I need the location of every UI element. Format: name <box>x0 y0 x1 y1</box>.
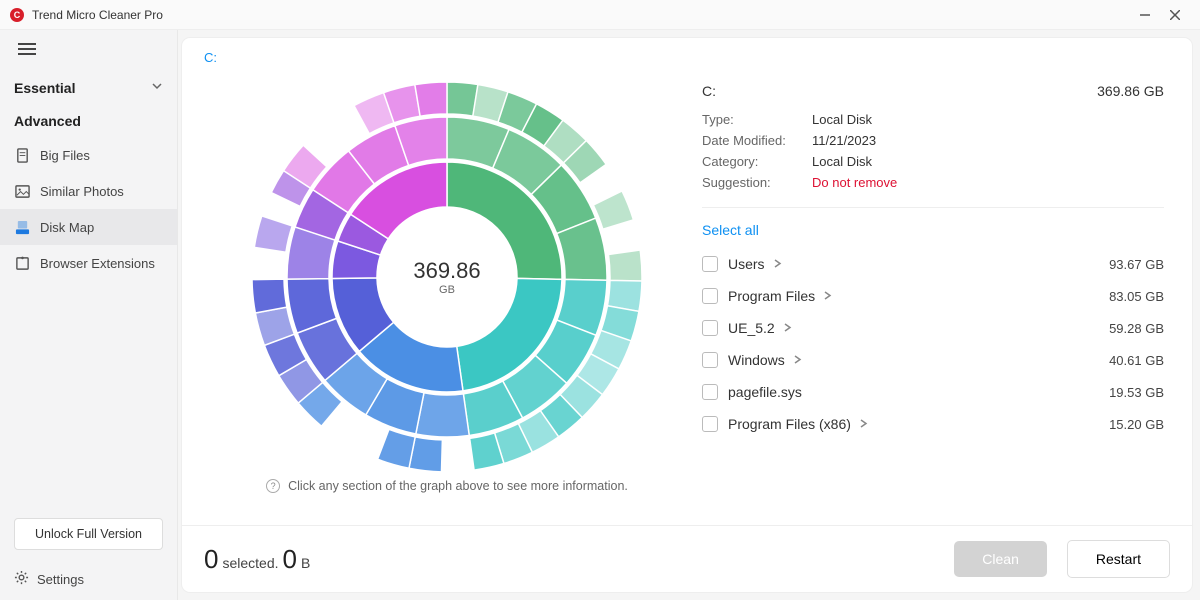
file-icon <box>14 147 30 163</box>
meta-key: Type: <box>702 112 812 127</box>
disk-icon <box>14 219 30 235</box>
chevron-right-icon <box>823 289 832 303</box>
sidebar-settings[interactable]: Settings <box>0 560 177 600</box>
app-title: Trend Micro Cleaner Pro <box>32 8 1130 22</box>
file-size: 93.67 GB <box>1109 257 1164 272</box>
meta-value: Do not remove <box>812 175 897 190</box>
meta-key: Category: <box>702 154 812 169</box>
select-all-link[interactable]: Select all <box>702 218 1164 248</box>
section-label: Essential <box>14 80 75 96</box>
file-name: Windows <box>728 352 1109 368</box>
file-size: 19.53 GB <box>1109 385 1164 400</box>
file-row[interactable]: Windows 40.61 GB <box>702 344 1164 376</box>
chevron-right-icon <box>793 353 802 367</box>
file-name: Users <box>728 256 1109 272</box>
checkbox[interactable] <box>702 320 718 336</box>
file-size: 40.61 GB <box>1109 353 1164 368</box>
chevron-right-icon <box>859 417 868 431</box>
restart-button[interactable]: Restart <box>1067 540 1170 578</box>
breadcrumb[interactable]: C: <box>182 38 1192 73</box>
checkbox[interactable] <box>702 416 718 432</box>
chevron-down-icon <box>151 79 163 97</box>
info-icon: ? <box>266 479 280 493</box>
close-button[interactable] <box>1160 5 1190 25</box>
chart-center-label: 369.86 GB <box>413 258 480 296</box>
sunburst-chart[interactable]: 369.86 GB <box>227 77 667 477</box>
checkbox[interactable] <box>702 384 718 400</box>
file-size: 83.05 GB <box>1109 289 1164 304</box>
file-row[interactable]: Program Files (x86) 15.20 GB <box>702 408 1164 440</box>
settings-label: Settings <box>37 572 84 587</box>
sidebar-item-similar-photos[interactable]: Similar Photos <box>0 173 177 209</box>
chevron-right-icon <box>773 257 782 271</box>
sidebar-item-label: Similar Photos <box>40 184 124 199</box>
hamburger-menu[interactable] <box>0 30 177 71</box>
meta-key: Date Modified: <box>702 133 812 148</box>
drive-meta-row: Date Modified:11/21/2023 <box>702 130 1164 151</box>
puzzle-icon <box>14 255 30 271</box>
file-row[interactable]: pagefile.sys 19.53 GB <box>702 376 1164 408</box>
file-name: pagefile.sys <box>728 384 1109 400</box>
drive-size: 369.86 GB <box>1097 83 1164 99</box>
checkbox[interactable] <box>702 288 718 304</box>
drive-meta-row: Suggestion:Do not remove <box>702 172 1164 193</box>
file-row[interactable]: Program Files 83.05 GB <box>702 280 1164 312</box>
app-logo-icon: C <box>10 8 24 22</box>
meta-key: Suggestion: <box>702 175 812 190</box>
file-row[interactable]: Users 93.67 GB <box>702 248 1164 280</box>
title-bar: C Trend Micro Cleaner Pro <box>0 0 1200 30</box>
sidebar-item-browser-ext[interactable]: Browser Extensions <box>0 245 177 281</box>
minimize-button[interactable] <box>1130 5 1160 25</box>
unlock-full-version-button[interactable]: Unlock Full Version <box>14 518 163 550</box>
file-name: Program Files (x86) <box>728 416 1109 432</box>
meta-value: 11/21/2023 <box>812 133 876 148</box>
section-advanced[interactable]: Advanced <box>0 105 177 137</box>
file-size: 15.20 GB <box>1109 417 1164 432</box>
photo-icon <box>14 183 30 199</box>
file-row[interactable]: UE_5.2 59.28 GB <box>702 312 1164 344</box>
sidebar-item-label: Disk Map <box>40 220 94 235</box>
section-label: Advanced <box>14 113 81 129</box>
file-name: UE_5.2 <box>728 320 1109 336</box>
meta-value: Local Disk <box>812 154 872 169</box>
gear-icon <box>14 570 29 588</box>
sidebar-item-disk-map[interactable]: Disk Map <box>0 209 177 245</box>
checkbox[interactable] <box>702 352 718 368</box>
drive-name: C: <box>702 83 716 99</box>
sidebar-item-big-files[interactable]: Big Files <box>0 137 177 173</box>
section-essential[interactable]: Essential <box>0 71 177 105</box>
chevron-right-icon <box>783 321 792 335</box>
footer: 0 selected. 0 B Clean Restart <box>182 525 1192 592</box>
drive-meta-row: Category:Local Disk <box>702 151 1164 172</box>
divider <box>702 207 1164 208</box>
file-name: Program Files <box>728 288 1109 304</box>
sidebar-item-label: Browser Extensions <box>40 256 155 271</box>
file-size: 59.28 GB <box>1109 321 1164 336</box>
clean-button[interactable]: Clean <box>954 541 1047 577</box>
checkbox[interactable] <box>702 256 718 272</box>
main-panel: C: 369.86 GB ? Click any section of the … <box>182 38 1192 592</box>
selection-counter: 0 selected. 0 B <box>204 544 310 575</box>
meta-value: Local Disk <box>812 112 872 127</box>
sidebar: Essential Advanced Big Files Similar Pho… <box>0 30 178 600</box>
sidebar-item-label: Big Files <box>40 148 90 163</box>
drive-header: C: 369.86 GB <box>702 77 1164 109</box>
drive-meta-row: Type:Local Disk <box>702 109 1164 130</box>
chart-hint: ? Click any section of the graph above t… <box>266 479 628 493</box>
